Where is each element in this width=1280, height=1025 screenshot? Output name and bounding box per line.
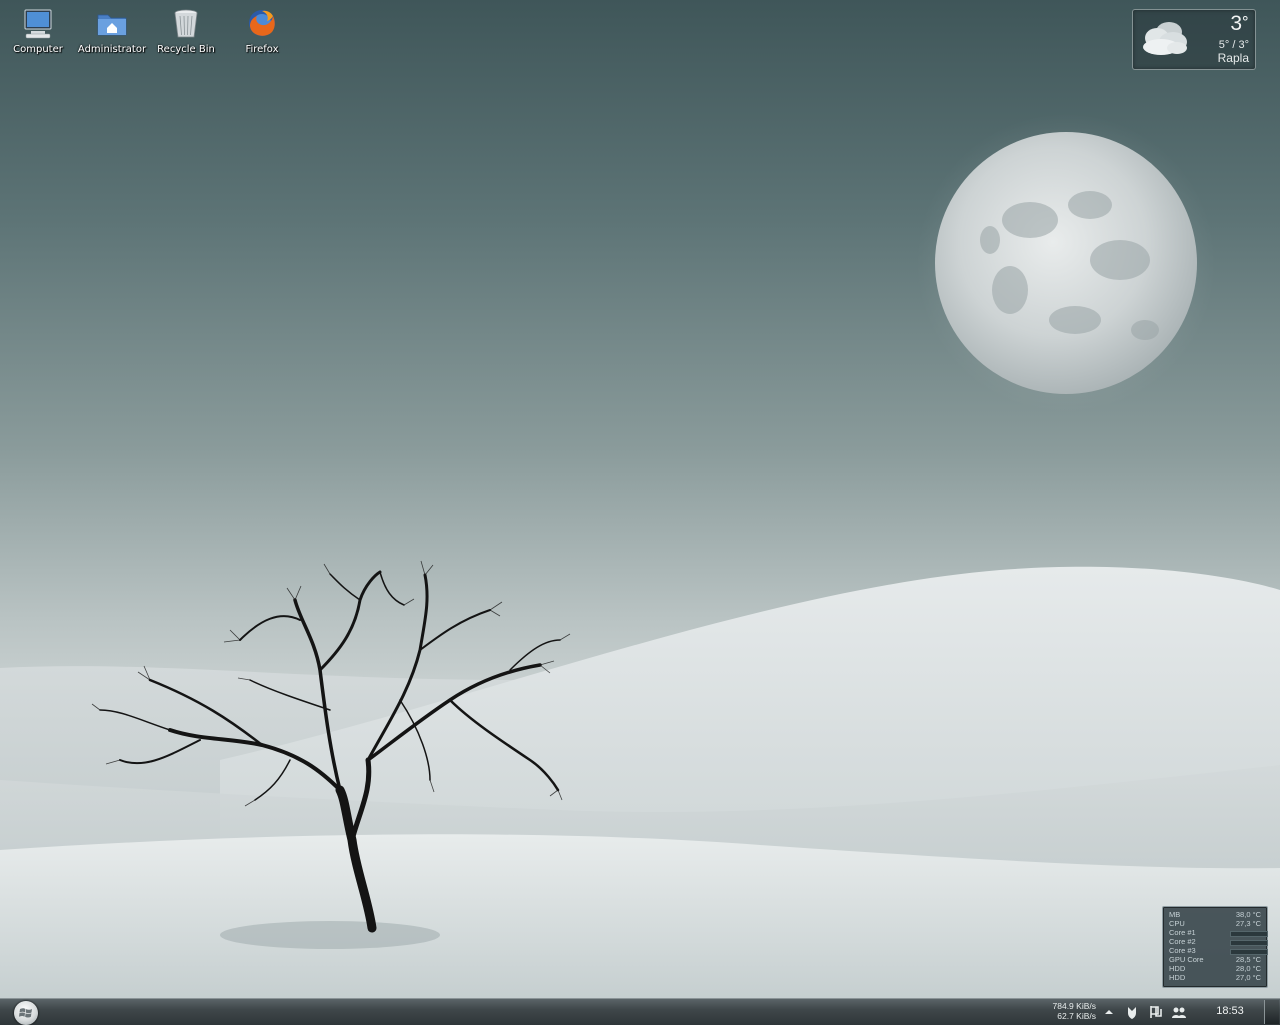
sensor-value: 27,3 °C — [1235, 919, 1261, 928]
network-users-icon[interactable] — [1171, 1004, 1187, 1020]
shield-icon[interactable] — [1124, 1004, 1140, 1020]
sensor-monitor-gadget[interactable]: MB 38,0 °C CPU 27,3 °C Core #1 Core #2 C… — [1162, 906, 1268, 988]
sensor-row: Core #3 — [1169, 946, 1268, 955]
sensor-row: GPU Core 28,5 °C — [1169, 955, 1263, 964]
flag-icon[interactable] — [1148, 1004, 1164, 1020]
desktop-icon-label: Recycle Bin — [157, 44, 215, 55]
computer-icon — [24, 9, 52, 39]
weather-city: Rapla — [1217, 51, 1249, 65]
wallpaper-image — [0, 113, 1280, 998]
sensor-value: 28,0 °C — [1235, 964, 1261, 973]
sensor-name: HDD — [1169, 964, 1186, 973]
firefox-icon — [249, 10, 275, 36]
sensor-value: 38,0 °C — [1235, 910, 1261, 919]
system-clock[interactable]: 18:53 — [1206, 1005, 1254, 1017]
moon — [935, 132, 1197, 394]
sensor-name: HDD — [1169, 973, 1186, 982]
sensor-value: 27,0 °C — [1235, 973, 1261, 982]
sensor-row: Core #2 — [1169, 937, 1268, 946]
sensor-name: Core #3 — [1169, 946, 1196, 955]
sensor-name: GPU Core — [1169, 955, 1204, 964]
download-speed: 784.9 KiB/s — [1052, 1001, 1096, 1011]
sensor-row: HDD 27,0 °C — [1169, 973, 1263, 982]
home-folder-icon — [97, 14, 127, 36]
current-temperature: 3 — [1230, 12, 1242, 35]
sensor-row: HDD 28,0 °C — [1169, 964, 1263, 973]
sensor-name: CPU — [1169, 919, 1185, 928]
taskbar: 784.9 KiB/s 62.7 KiB/s 18:53 — [0, 998, 1280, 1025]
desktop[interactable]: Computer Administrator Recycle Bin Firef… — [0, 0, 1280, 998]
sensor-name: MB — [1169, 910, 1181, 919]
desktop-icon-label: Computer — [13, 44, 63, 55]
weather-gadget[interactable]: 3 ° 5° / 3° Rapla — [1132, 9, 1256, 70]
desktop-icon-administrator[interactable]: Administrator — [74, 4, 150, 60]
temperature-range: 5° / 3° — [1218, 39, 1249, 51]
sensor-row: MB 38,0 °C — [1169, 910, 1263, 919]
sensor-value: 28,5 °C — [1235, 955, 1261, 964]
show-hidden-icons-chevron-icon[interactable] — [1101, 1004, 1117, 1020]
sensor-row: Core #1 — [1169, 928, 1268, 937]
sensor-name: Core #2 — [1169, 937, 1196, 946]
start-button[interactable] — [14, 1001, 38, 1025]
desktop-icon-label: Administrator — [77, 44, 147, 55]
cloudy-icon — [1143, 22, 1187, 55]
windows-logo-icon — [19, 1008, 32, 1018]
network-speed-meter: 784.9 KiB/s 62.7 KiB/s — [1040, 1001, 1096, 1021]
desktop-icon-recycle-bin[interactable]: Recycle Bin — [148, 4, 224, 60]
sensor-name: Core #1 — [1169, 928, 1196, 937]
sensor-row: CPU 27,3 °C — [1169, 919, 1263, 928]
desktop-icon-firefox[interactable]: Firefox — [224, 4, 300, 60]
show-desktop-button[interactable] — [1264, 1000, 1279, 1024]
desktop-icon-computer[interactable]: Computer — [0, 4, 76, 60]
degree-symbol: ° — [1241, 13, 1250, 31]
recycle-bin-icon — [174, 9, 198, 38]
upload-speed: 62.7 KiB/s — [1057, 1011, 1096, 1021]
desktop-icon-label: Firefox — [245, 44, 279, 55]
